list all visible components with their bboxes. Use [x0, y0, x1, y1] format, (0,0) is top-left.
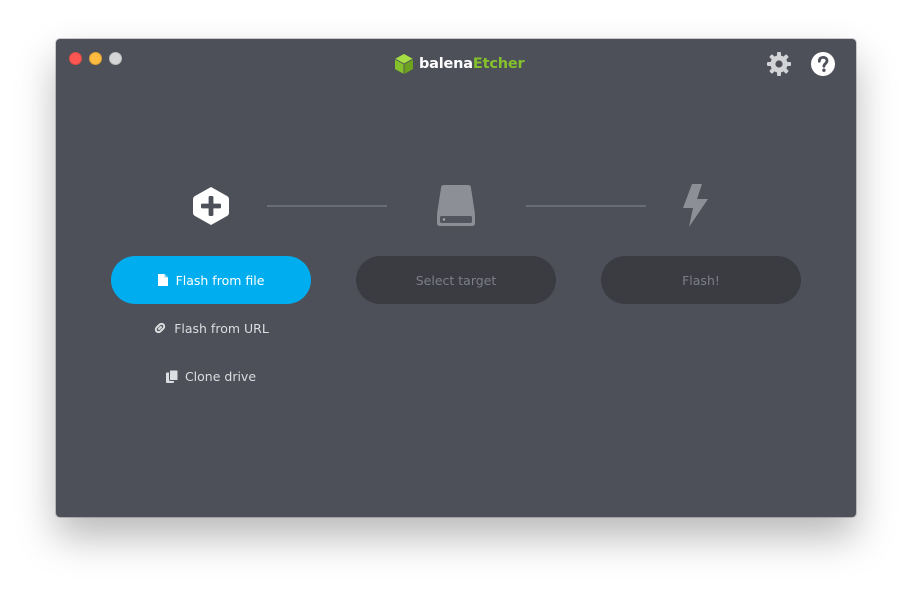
brand-name: balenaEtcher: [419, 56, 525, 72]
select-target-button: Select target: [356, 256, 556, 304]
flash-button: Flash!: [601, 256, 801, 304]
settings-gear-icon[interactable]: [766, 51, 792, 77]
flash-from-url-link[interactable]: Flash from URL: [111, 318, 311, 338]
drive-icon: [435, 184, 477, 228]
lightning-bolt-icon: [680, 183, 710, 228]
zoom-window-button[interactable]: [109, 52, 122, 65]
clone-drive-label: Clone drive: [184, 368, 257, 384]
close-window-button[interactable]: [69, 52, 82, 65]
step-connector-line: [267, 205, 387, 207]
flash-from-file-label: Flash from file: [175, 272, 265, 288]
etcher-window: balenaEtcher Flash from file Select targ…: [56, 39, 856, 517]
copy-icon: [165, 369, 178, 383]
flash-from-file-button[interactable]: Flash from file: [111, 256, 311, 304]
minimize-window-button[interactable]: [89, 52, 102, 65]
brand-suffix: Etcher: [472, 56, 525, 72]
flash-from-url-label: Flash from URL: [174, 320, 269, 336]
app-brand: balenaEtcher: [394, 53, 525, 75]
balena-logo-icon: [394, 53, 414, 75]
link-icon: [153, 321, 167, 335]
brand-prefix: balena: [419, 56, 473, 72]
file-icon: [157, 274, 168, 286]
help-icon[interactable]: [810, 51, 836, 77]
plus-hexagon-icon: [191, 185, 231, 227]
select-target-label: Select target: [415, 272, 497, 288]
clone-drive-link[interactable]: Clone drive: [111, 366, 311, 386]
step-connector-line: [526, 205, 646, 207]
flash-label: Flash!: [682, 272, 720, 288]
